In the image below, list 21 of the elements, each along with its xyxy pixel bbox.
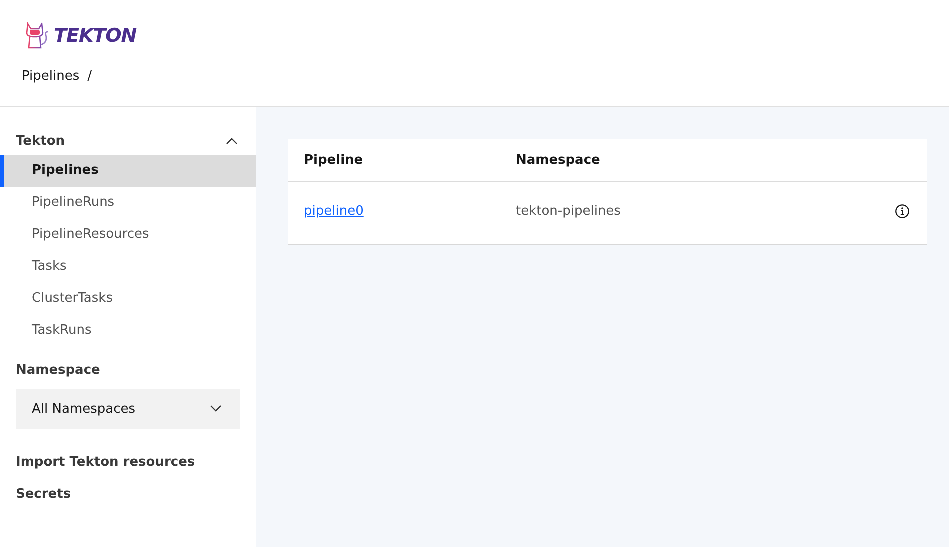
breadcrumb-separator: / bbox=[88, 69, 92, 84]
chevron-icon bbox=[226, 137, 238, 145]
column-header: Namespace bbox=[516, 152, 600, 168]
pipeline-link[interactable]: pipeline0 bbox=[304, 204, 364, 218]
chevron-icon bbox=[210, 405, 222, 413]
section-toggle[interactable]: Tekton bbox=[0, 127, 256, 155]
nav-item[interactable]: PipelineRuns bbox=[0, 187, 256, 219]
breadcrumb-link[interactable]: Pipelines bbox=[22, 69, 80, 84]
column-header: Pipeline bbox=[303, 152, 364, 168]
nav-link[interactable]: Import Tekton resources bbox=[16, 455, 256, 487]
nav-item[interactable]: ClusterTasks bbox=[0, 283, 256, 315]
logo-wordmark: TEKTON bbox=[54, 25, 137, 47]
nav-item[interactable]: PipelineResources bbox=[0, 219, 256, 251]
info-icon[interactable] bbox=[895, 204, 910, 218]
table-cell-text: tekton-pipelines bbox=[516, 204, 622, 218]
namespace-label: Namespace bbox=[16, 363, 102, 380]
nav-link[interactable]: Secrets bbox=[16, 487, 256, 519]
namespace-dropdown[interactable]: All Namespaces bbox=[16, 389, 240, 429]
nav-item[interactable]: Tasks bbox=[0, 251, 256, 283]
nav-item[interactable]: TaskRuns bbox=[0, 315, 256, 347]
nav-item[interactable]: Pipelines bbox=[0, 155, 256, 187]
